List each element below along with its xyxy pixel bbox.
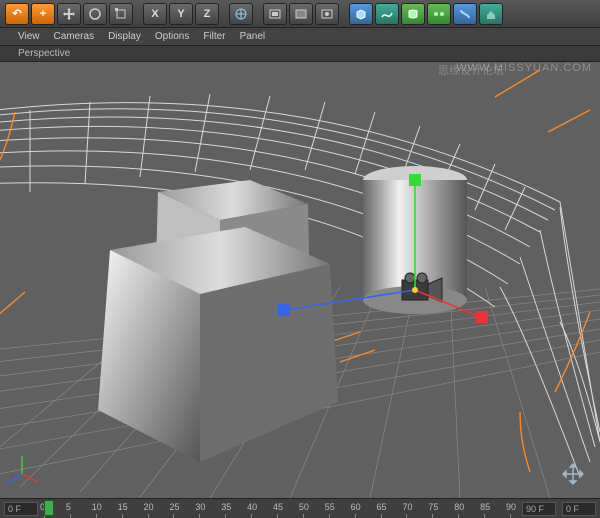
render-pict-button[interactable] [289,3,313,25]
tick-label: 15 [118,502,128,512]
menu-filter[interactable]: Filter [203,31,225,42]
tick-label: 80 [454,502,464,512]
x-label: X [151,8,158,20]
z-label: Z [204,8,211,20]
timeline[interactable]: 051015202530354045505560657075808590 [0,498,600,518]
tick-label: 90 [506,502,516,512]
menu-panel[interactable]: Panel [240,31,266,42]
timeline-current-field[interactable] [562,502,596,516]
add-deformer-button[interactable] [453,3,477,25]
render-view-button[interactable] [263,3,287,25]
rotate-tool-button[interactable] [83,3,107,25]
add-spline-button[interactable] [375,3,399,25]
axis-z-handle [278,304,290,316]
main-toolbar: ↶ + X Y Z [0,0,600,28]
tick-label: 30 [195,502,205,512]
axis-x-handle [476,311,488,323]
viewport-canvas [0,62,600,498]
viewport-label: Perspective [18,48,70,59]
tick-label: 10 [92,502,102,512]
perspective-viewport[interactable]: 思缘设计论坛 WWW.MISSYUAN.COM [0,62,600,498]
cube-front [98,227,338,462]
tick-label: 40 [247,502,257,512]
add-generator-button[interactable] [427,3,451,25]
nav-cross-icon [563,464,583,484]
timeline-playhead[interactable] [44,500,54,516]
timeline-end-field[interactable] [522,502,556,516]
timeline-start-field[interactable] [4,502,38,516]
tick-label: 20 [144,502,154,512]
render-settings-button[interactable] [315,3,339,25]
viewport-breadcrumb: Perspective [0,46,600,62]
axis-x-button[interactable]: X [143,3,167,25]
menu-view[interactable]: View [18,31,40,42]
menu-options[interactable]: Options [155,31,189,42]
tick-label: 5 [66,502,71,512]
undo-button[interactable]: ↶ [5,3,29,25]
menu-display[interactable]: Display [108,31,141,42]
tick-label: 60 [351,502,361,512]
tick-label: 70 [402,502,412,512]
viewport-menubar: View Cameras Display Options Filter Pane… [0,28,600,46]
axis-y-handle [409,174,421,186]
undo-icon: ↶ [12,7,21,20]
menu-cameras[interactable]: Cameras [54,31,95,42]
axis-y-button[interactable]: Y [169,3,193,25]
move-tool-button[interactable] [57,3,81,25]
tick-label: 45 [273,502,283,512]
live-select-button[interactable]: + [31,3,55,25]
tick-label: 75 [428,502,438,512]
tick-label: 55 [325,502,335,512]
tick-label: 50 [299,502,309,512]
tick-label: 65 [377,502,387,512]
coord-system-button[interactable] [229,3,253,25]
tick-label: 85 [480,502,490,512]
add-environment-button[interactable] [479,3,503,25]
add-nurbs-button[interactable] [401,3,425,25]
tick-label: 35 [221,502,231,512]
scale-tool-button[interactable] [109,3,133,25]
add-primitive-button[interactable] [349,3,373,25]
tick-label: 25 [169,502,179,512]
axis-z-button[interactable]: Z [195,3,219,25]
plus-icon: + [40,8,46,20]
y-label: Y [177,8,184,20]
